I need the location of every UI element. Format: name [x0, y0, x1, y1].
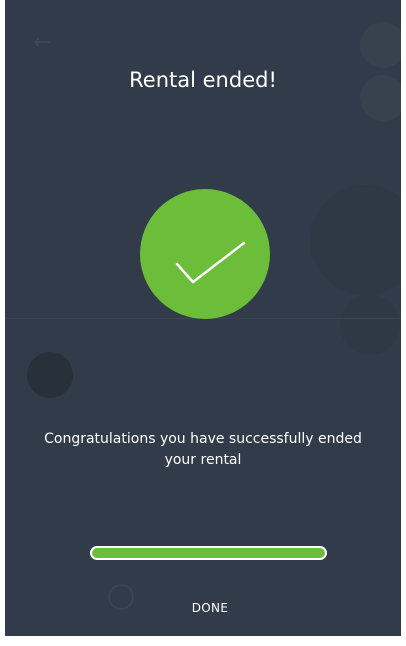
car-avatar: [27, 352, 73, 398]
success-message: Congratulations you have successfully en…: [44, 431, 362, 468]
progress-fill: [92, 548, 325, 558]
success-checkmark-icon: [140, 189, 270, 319]
refresh-icon: [360, 22, 401, 68]
progress-bar: [90, 546, 327, 560]
extend-icon: [108, 584, 134, 610]
app-screen: ← Rental ended! Congratulations you have…: [5, 0, 401, 636]
lock-control: [340, 295, 400, 355]
back-arrow-icon: ←: [33, 30, 52, 55]
done-button[interactable]: DONE: [155, 597, 265, 619]
modal-title: Rental ended!: [129, 68, 277, 92]
map-control: [310, 185, 401, 295]
